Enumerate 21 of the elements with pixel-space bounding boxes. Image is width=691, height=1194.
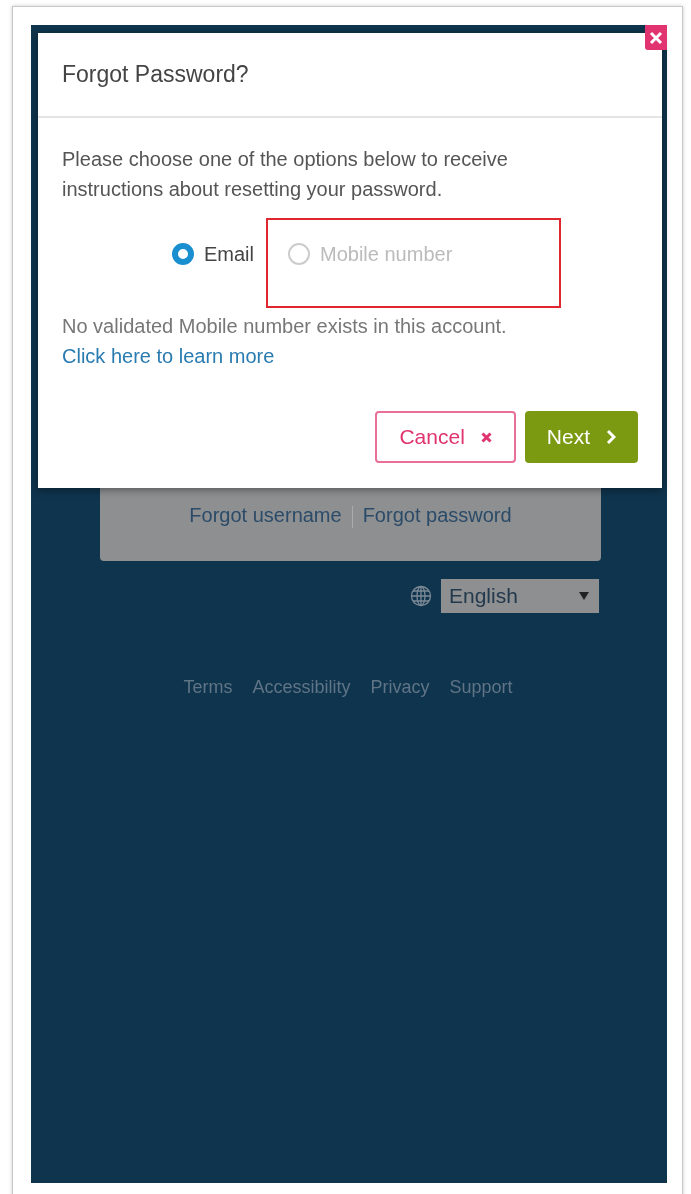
instructions-text: Please choose one of the options below to receive instructions about resetting your password.: [62, 147, 509, 202]
close-icon: [649, 30, 663, 45]
dropdown-caret-icon: [579, 592, 589, 600]
radio-button[interactable]: [172, 243, 194, 265]
close-icon: [480, 431, 492, 443]
next-button[interactable]: Next: [524, 411, 638, 463]
globe-icon: [410, 585, 432, 607]
chevron-right-icon: [606, 429, 616, 445]
close-button[interactable]: [645, 25, 667, 50]
footer-link[interactable]: Accessibility: [252, 677, 351, 698]
notice-text: No validated Mobile number exists in this account. Click here to learn more: [62, 314, 508, 369]
panel-link[interactable]: Forgot password: [362, 504, 512, 527]
language-select[interactable]: English: [441, 579, 599, 613]
footer-link[interactable]: Support: [449, 677, 513, 698]
cancel-button[interactable]: Cancel: [375, 411, 516, 463]
radio-option[interactable]: Email: [172, 234, 254, 274]
panel-link[interactable]: Forgot username: [189, 504, 342, 527]
footer-link[interactable]: Privacy: [370, 677, 430, 698]
dialog-title: Forgot Password?: [62, 61, 249, 88]
footer-link[interactable]: Terms: [183, 677, 233, 698]
learn-more-link[interactable]: Click here to learn more: [62, 345, 275, 367]
